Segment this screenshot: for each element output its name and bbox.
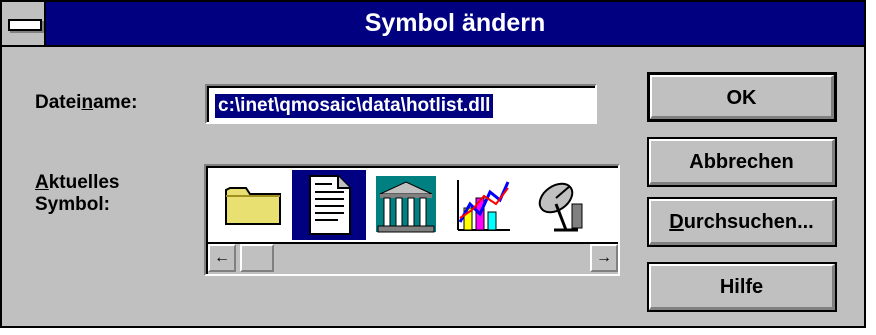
arrow-right-icon: → <box>596 249 612 266</box>
current-symbol-label-accel: A <box>35 172 49 193</box>
title-bar: Symbol ändern <box>2 2 864 47</box>
current-symbol-label: Aktuelles Symbol: <box>35 172 120 216</box>
scroll-right-button[interactable]: → <box>590 244 618 272</box>
help-button-label: Hilfe <box>649 264 835 310</box>
filename-label: Dateiname: <box>35 92 137 114</box>
browse-button[interactable]: Durchsuchen... <box>647 197 837 247</box>
browse-button-label-part: urchsuchen... <box>683 211 814 233</box>
system-menu-icon <box>8 19 42 31</box>
ok-button-label: OK <box>650 75 834 119</box>
horizontal-scrollbar[interactable]: ← → <box>208 242 618 274</box>
icon-item[interactable] <box>368 170 442 240</box>
scroll-thumb[interactable] <box>240 244 274 272</box>
current-symbol-label-line2: Symbol: <box>35 194 110 215</box>
icon-item[interactable] <box>520 170 594 240</box>
system-menu-button[interactable] <box>2 2 46 45</box>
museum-icon <box>376 176 436 233</box>
document-icon <box>309 175 351 235</box>
filename-label-part: ame: <box>93 92 138 113</box>
filename-label-part: Datei <box>35 92 82 113</box>
help-button[interactable]: Hilfe <box>647 262 837 312</box>
icon-item[interactable] <box>216 170 290 240</box>
icon-item-selected[interactable] <box>292 170 366 240</box>
change-icon-dialog: Symbol ändern Dateiname: c:\inet\qmosaic… <box>0 0 866 328</box>
icon-item[interactable] <box>444 170 518 240</box>
ok-button[interactable]: OK <box>647 72 837 122</box>
filename-label-accel: n <box>81 92 94 113</box>
folder-icon <box>225 187 281 225</box>
filename-input[interactable]: c:\inet\qmosaic\data\hotlist.dll <box>205 84 597 124</box>
window-title: Symbol ändern <box>364 9 546 37</box>
scroll-left-button[interactable]: ← <box>208 244 236 272</box>
current-symbol-label-part: ktuelles <box>48 172 120 193</box>
satellite-dish-icon <box>538 182 583 232</box>
filename-value[interactable]: c:\inet\qmosaic\data\hotlist.dll <box>215 94 494 118</box>
arrow-left-icon: ← <box>214 249 230 266</box>
chart-icon <box>457 180 510 231</box>
cancel-button-label: Abbrechen <box>649 139 835 185</box>
browse-button-accel: D <box>669 211 684 233</box>
icon-list[interactable]: ← → <box>204 164 620 276</box>
cancel-button[interactable]: Abbrechen <box>647 137 837 187</box>
browse-button-label: Durchsuchen... <box>649 199 835 245</box>
